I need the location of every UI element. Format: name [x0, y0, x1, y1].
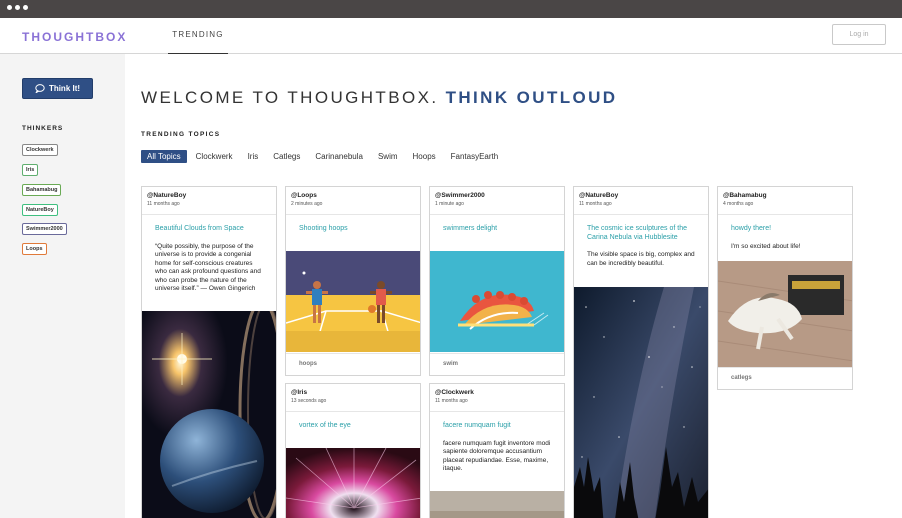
- card-username[interactable]: @Clockwerk: [435, 389, 559, 396]
- page-title: WELCOME TO THOUGHTBOX. THINK OUTLOUD: [141, 88, 618, 108]
- card-title[interactable]: Shooting hoops: [286, 215, 420, 234]
- dot-icon: [23, 5, 28, 10]
- card-header: @NatureBoy 11 months ago: [574, 187, 708, 215]
- card-header: @Loops 2 minutes ago: [286, 187, 420, 215]
- card-tag[interactable]: swim: [430, 353, 564, 375]
- card-title[interactable]: vortex of the eye: [286, 412, 420, 431]
- card-body: The visible space is big, complex and ca…: [587, 251, 695, 267]
- post-card[interactable]: @Iris 13 seconds ago vortex of the eye: [285, 383, 421, 518]
- post-card[interactable]: @Bahamabug 4 months ago howdy there! I'm…: [717, 186, 853, 390]
- topic-carinanebula[interactable]: Carinanebula: [309, 150, 369, 163]
- eye-vortex-image: [286, 448, 420, 518]
- card-username[interactable]: @Bahamabug: [723, 192, 847, 199]
- topic-swim[interactable]: Swim: [372, 150, 404, 163]
- thinker-swimmer2000[interactable]: Swimmer2000: [22, 223, 67, 235]
- thinkers-heading: THINKERS: [22, 125, 64, 132]
- card-timestamp: 4 months ago: [723, 201, 754, 207]
- dot-icon: [15, 5, 20, 10]
- card-title[interactable]: swimmers delight: [430, 215, 564, 234]
- chat-bubble-icon: [35, 84, 45, 93]
- card-title[interactable]: facere numquam fugit: [430, 412, 564, 431]
- card-body: facere numquam fugit inventore modi sapi…: [443, 439, 551, 473]
- browser-chrome: [0, 0, 902, 18]
- card-body: I'm so excited about life!: [731, 242, 801, 250]
- card-tag[interactable]: hoops: [286, 353, 420, 375]
- card-username[interactable]: @Iris: [291, 389, 415, 396]
- thinker-natureboy[interactable]: NatureBoy: [22, 204, 58, 216]
- think-it-label: Think It!: [48, 84, 81, 93]
- post-card[interactable]: @Clockwerk 11 months ago facere numquam …: [429, 383, 565, 518]
- basketball-image: [286, 251, 420, 352]
- card-header: @Clockwerk 11 months ago: [430, 384, 564, 412]
- thinker-iris[interactable]: Iris: [22, 164, 39, 176]
- post-card[interactable]: @NatureBoy 11 months ago The cosmic ice …: [573, 186, 709, 518]
- trending-topics-heading: TRENDING TOPICS: [141, 131, 221, 138]
- card-title[interactable]: howdy there!: [718, 215, 852, 234]
- welcome-text: WELCOME TO THOUGHTBOX.: [141, 88, 439, 107]
- space-planet-image: [142, 311, 276, 518]
- sidebar: Think It! THINKERS Clockwerk Iris Bahama…: [0, 54, 125, 518]
- card-username[interactable]: @NatureBoy: [579, 192, 703, 199]
- window-dots: [7, 5, 28, 10]
- topic-catlegs[interactable]: Catlegs: [267, 150, 306, 163]
- card-timestamp: 11 months ago: [579, 201, 612, 207]
- card-title[interactable]: Beautiful Clouds from Space: [142, 215, 276, 234]
- topic-all[interactable]: All Topics: [141, 150, 187, 163]
- card-header: @Bahamabug 4 months ago: [718, 187, 852, 215]
- top-nav: THOUGHTBOX TRENDING Log in: [0, 18, 902, 54]
- card-header: @NatureBoy 11 months ago: [142, 187, 276, 215]
- card-username[interactable]: @Swimmer2000: [435, 192, 559, 199]
- card-header: @Swimmer2000 1 minute ago: [430, 187, 564, 215]
- login-button[interactable]: Log in: [832, 24, 886, 45]
- tab-trending[interactable]: TRENDING: [168, 18, 228, 54]
- think-it-button[interactable]: Think It!: [22, 78, 93, 99]
- placeholder-photo: [430, 491, 564, 518]
- dot-icon: [7, 5, 12, 10]
- card-timestamp: 11 months ago: [435, 398, 468, 404]
- topic-fantasyearth[interactable]: FantasyEarth: [445, 150, 505, 163]
- welcome-accent: THINK OUTLOUD: [445, 88, 618, 107]
- post-card[interactable]: @Loops 2 minutes ago Shooting hoops hoop…: [285, 186, 421, 376]
- swimmers-image: [430, 251, 564, 352]
- cat-image: [718, 261, 852, 367]
- milky-way-image: [574, 287, 708, 518]
- card-body: “Quite possibly, the purpose of the univ…: [155, 242, 261, 293]
- topic-iris[interactable]: Iris: [242, 150, 265, 163]
- card-timestamp: 2 minutes ago: [291, 201, 323, 207]
- card-tag[interactable]: catlegs: [718, 367, 852, 389]
- logo[interactable]: THOUGHTBOX: [22, 30, 127, 44]
- post-card[interactable]: @NatureBoy 11 months ago Beautiful Cloud…: [141, 186, 277, 518]
- topic-clockwerk[interactable]: Clockwerk: [190, 150, 239, 163]
- thinker-loops[interactable]: Loops: [22, 243, 47, 255]
- card-timestamp: 13 seconds ago: [291, 398, 327, 404]
- card-timestamp: 11 months ago: [147, 201, 180, 207]
- topic-filters: All Topics Clockwerk Iris Catlegs Carina…: [141, 150, 507, 163]
- thinker-clockwerk[interactable]: Clockwerk: [22, 144, 58, 156]
- card-timestamp: 1 minute ago: [435, 201, 464, 207]
- card-username[interactable]: @NatureBoy: [147, 192, 271, 199]
- card-title[interactable]: The cosmic ice sculptures of the Carina …: [574, 215, 708, 242]
- post-card[interactable]: @Swimmer2000 1 minute ago swimmers delig…: [429, 186, 565, 376]
- card-header: @Iris 13 seconds ago: [286, 384, 420, 412]
- thinker-bahamabug[interactable]: Bahamabug: [22, 184, 62, 196]
- topic-hoops[interactable]: Hoops: [407, 150, 442, 163]
- card-username[interactable]: @Loops: [291, 192, 415, 199]
